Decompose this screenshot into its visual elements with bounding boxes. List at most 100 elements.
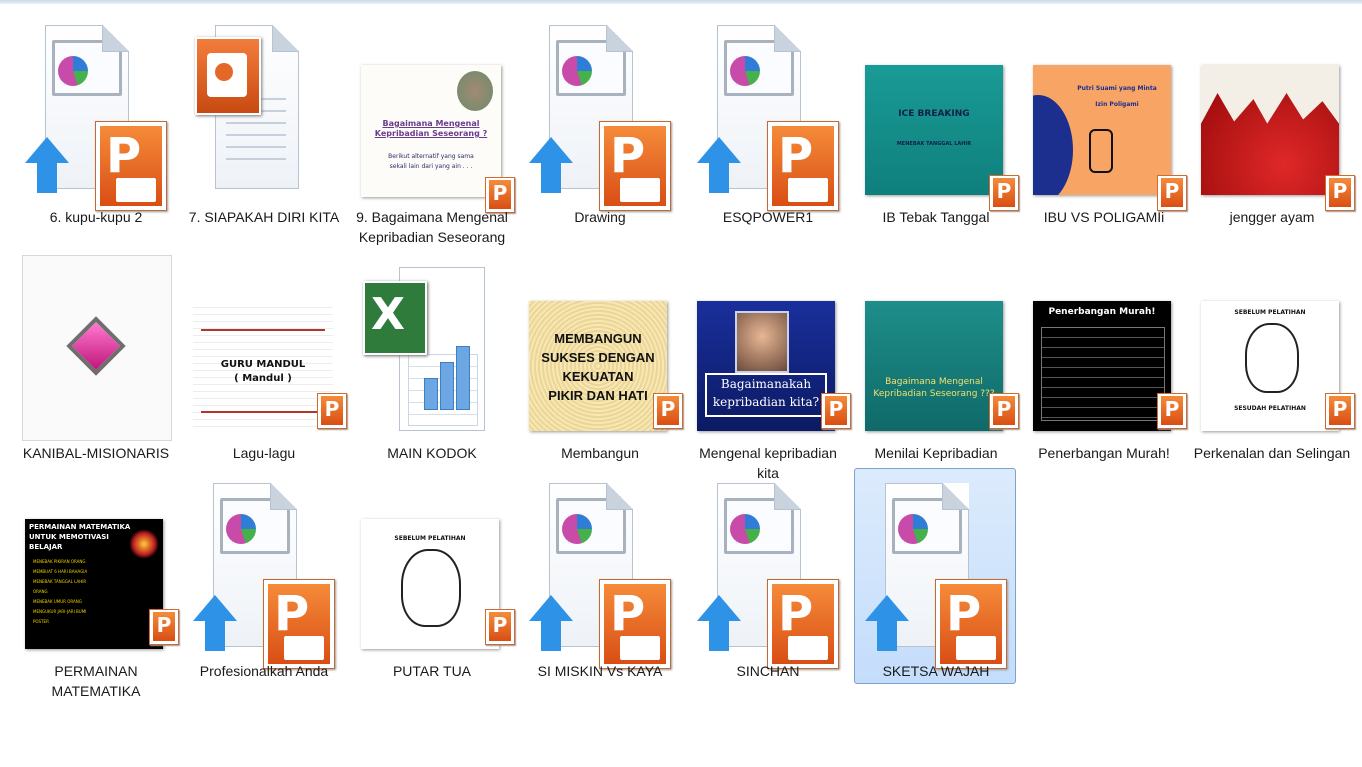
- slide-thumbnail: Bagaimana Mengenal Kepribadian Seseorang…: [351, 25, 515, 213]
- file-item[interactable]: 7. SIAPAKAH DIRI KITA: [182, 14, 344, 242]
- file-item[interactable]: PERMAINAN MATEMATIKA UNTUK MEMOTIVASI BE…: [14, 472, 179, 708]
- file-name: Membangun: [561, 445, 639, 461]
- file-item[interactable]: MEMBANGUN SUKSES DENGAN KEKUATAN PIKIR D…: [518, 252, 683, 462]
- pptx-file-icon: P: [855, 483, 1017, 669]
- powerpoint-badge-icon: P: [1157, 175, 1187, 211]
- pptx-file-icon: P: [687, 483, 849, 669]
- powerpoint-badge-icon: P: [1325, 175, 1355, 211]
- file-name: jengger ayam: [1229, 209, 1315, 225]
- file-item[interactable]: Bagaimanakah kepribadian kita? P Mengena…: [686, 252, 851, 481]
- file-name: PUTAR TUA: [392, 663, 472, 679]
- pie-chart-icon: [562, 514, 592, 544]
- file-name: KANIBAL-MISIONARIS: [22, 445, 170, 461]
- pptx-file-icon: P: [687, 25, 849, 211]
- file-item[interactable]: P SI MISKIN Vs KAYA: [518, 472, 680, 692]
- slide-thumbnail: GURU MANDUL ( Mandul ) P: [183, 253, 347, 433]
- upload-arrow-icon: [193, 595, 237, 621]
- file-name: Penerbangan Murah!: [1038, 445, 1170, 461]
- pie-chart-icon: [58, 56, 88, 86]
- slide-thumbnail: Bagaimana Mengenal Kepribadian Seseorang…: [855, 253, 1019, 433]
- pptx-file-icon: P: [183, 483, 345, 669]
- slide-thumbnail: Penerbangan Murah! P: [1023, 253, 1187, 433]
- file-name: PERMAINAN MATEMATIKA: [51, 663, 141, 699]
- file-item[interactable]: Bagaimana Mengenal Kepribadian Seseorang…: [854, 252, 1019, 462]
- powerpoint-badge-icon: P: [989, 393, 1019, 429]
- powerpoint-badge-icon: P: [935, 579, 1007, 669]
- file-name: SINCHAN: [736, 663, 800, 679]
- file-item[interactable]: SEBELUM PELATIHAN P PUTAR TUA: [350, 472, 515, 692]
- slide-thumbnail: MEMBANGUN SUKSES DENGAN KEKUATAN PIKIR D…: [519, 253, 683, 433]
- file-item[interactable]: P SINCHAN: [686, 472, 848, 692]
- upload-arrow-icon: [25, 137, 69, 163]
- ppt-document-icon: [183, 25, 345, 205]
- slide-thumbnail: SEBELUM PELATIHAN SESUDAH PELATIHAN P: [1191, 253, 1355, 433]
- file-item[interactable]: P 6. kupu-kupu 2: [14, 14, 176, 242]
- upload-arrow-icon: [697, 137, 741, 163]
- application-icon: [15, 253, 177, 441]
- excel-logo-icon: X: [363, 281, 427, 355]
- sketch-face-image: [1245, 323, 1299, 393]
- pie-chart-icon: [730, 514, 760, 544]
- pie-chart-icon: [562, 56, 592, 86]
- file-item[interactable]: ICE BREAKING MENEBAK TANGGAL LAHIR P IB …: [854, 14, 1019, 242]
- powerpoint-badge-icon: P: [599, 579, 671, 669]
- file-item[interactable]: X MAIN KODOK: [350, 252, 512, 462]
- file-name: SI MISKIN Vs KAYA: [537, 663, 663, 679]
- window-top-border: [0, 0, 1362, 4]
- upload-arrow-icon: [529, 137, 573, 163]
- powerpoint-badge-icon: P: [1157, 393, 1187, 429]
- powerpoint-badge-icon: P: [821, 393, 851, 429]
- powerpoint-badge-icon: P: [1325, 393, 1355, 429]
- file-item[interactable]: P ESQPOWER1: [686, 14, 848, 242]
- file-item[interactable]: Penerbangan Murah! P Penerbangan Murah!: [1022, 252, 1187, 462]
- powerpoint-badge-icon: P: [95, 121, 167, 211]
- pptx-file-icon: P: [519, 25, 681, 211]
- pptx-file-icon: P: [15, 25, 177, 211]
- file-item[interactable]: P Profesionalkah Anda: [182, 472, 344, 692]
- file-name: SKETSA WAJAH: [882, 663, 990, 679]
- file-name: 9. Bagaimana Mengenal Kepribadian Seseor…: [356, 209, 508, 245]
- file-item[interactable]: GURU MANDUL ( Mandul ) P Lagu-lagu: [182, 252, 347, 462]
- file-item[interactable]: Putri Suami yang Minta Izin Poligami P I…: [1022, 14, 1187, 242]
- powerpoint-badge-icon: P: [767, 579, 839, 669]
- powerpoint-logo-icon: [195, 37, 261, 115]
- portrait-image: [735, 311, 789, 373]
- file-name: Lagu-lagu: [232, 445, 296, 461]
- slide-thumbnail: ICE BREAKING MENEBAK TANGGAL LAHIR P: [855, 25, 1019, 211]
- powerpoint-badge-icon: P: [989, 175, 1019, 211]
- powerpoint-badge-icon: P: [767, 121, 839, 211]
- upload-arrow-icon: [529, 595, 573, 621]
- file-item-selected[interactable]: P SKETSA WAJAH: [854, 468, 1016, 684]
- file-name: IB Tebak Tanggal: [882, 209, 990, 225]
- slide-thumbnail: Putri Suami yang Minta Izin Poligami P: [1023, 25, 1187, 211]
- file-item[interactable]: P Drawing: [518, 14, 680, 242]
- file-item[interactable]: P jengger ayam: [1190, 14, 1355, 242]
- slide-thumbnail: SEBELUM PELATIHAN P: [351, 473, 515, 653]
- pptx-file-icon: P: [519, 483, 681, 669]
- pie-chart-icon: [730, 56, 760, 86]
- powerpoint-badge-icon: P: [149, 609, 179, 645]
- pie-chart-icon: [226, 514, 256, 544]
- powerpoint-badge-icon: P: [317, 393, 347, 429]
- file-item[interactable]: SEBELUM PELATIHAN SESUDAH PELATIHAN P Pe…: [1190, 252, 1355, 462]
- file-name: Profesionalkah Anda: [199, 663, 329, 679]
- powerpoint-badge-icon: P: [263, 579, 335, 669]
- powerpoint-badge-icon: P: [599, 121, 671, 211]
- upload-arrow-icon: [697, 595, 741, 621]
- file-name: IBU VS POLIGAMIi: [1043, 209, 1165, 225]
- file-name: Menilai Kepribadian: [874, 445, 998, 461]
- file-name: 7. SIAPAKAH DIRI KITA: [188, 209, 340, 225]
- upload-arrow-icon: [865, 595, 909, 621]
- pie-chart-icon: [898, 514, 928, 544]
- excel-file-icon: X: [351, 267, 513, 447]
- file-name: Drawing: [574, 209, 626, 225]
- powerpoint-badge-icon: P: [485, 609, 515, 645]
- slide-thumbnail: Bagaimanakah kepribadian kita? P: [687, 253, 851, 433]
- sketch-face-image: [401, 549, 461, 627]
- file-name: ESQPOWER1: [722, 209, 814, 225]
- slide-thumbnail: P: [1191, 25, 1355, 211]
- file-item[interactable]: KANIBAL-MISIONARIS: [14, 252, 176, 462]
- file-name: MAIN KODOK: [387, 445, 477, 461]
- powerpoint-badge-icon: P: [653, 393, 683, 429]
- file-item[interactable]: Bagaimana Mengenal Kepribadian Seseorang…: [350, 14, 515, 254]
